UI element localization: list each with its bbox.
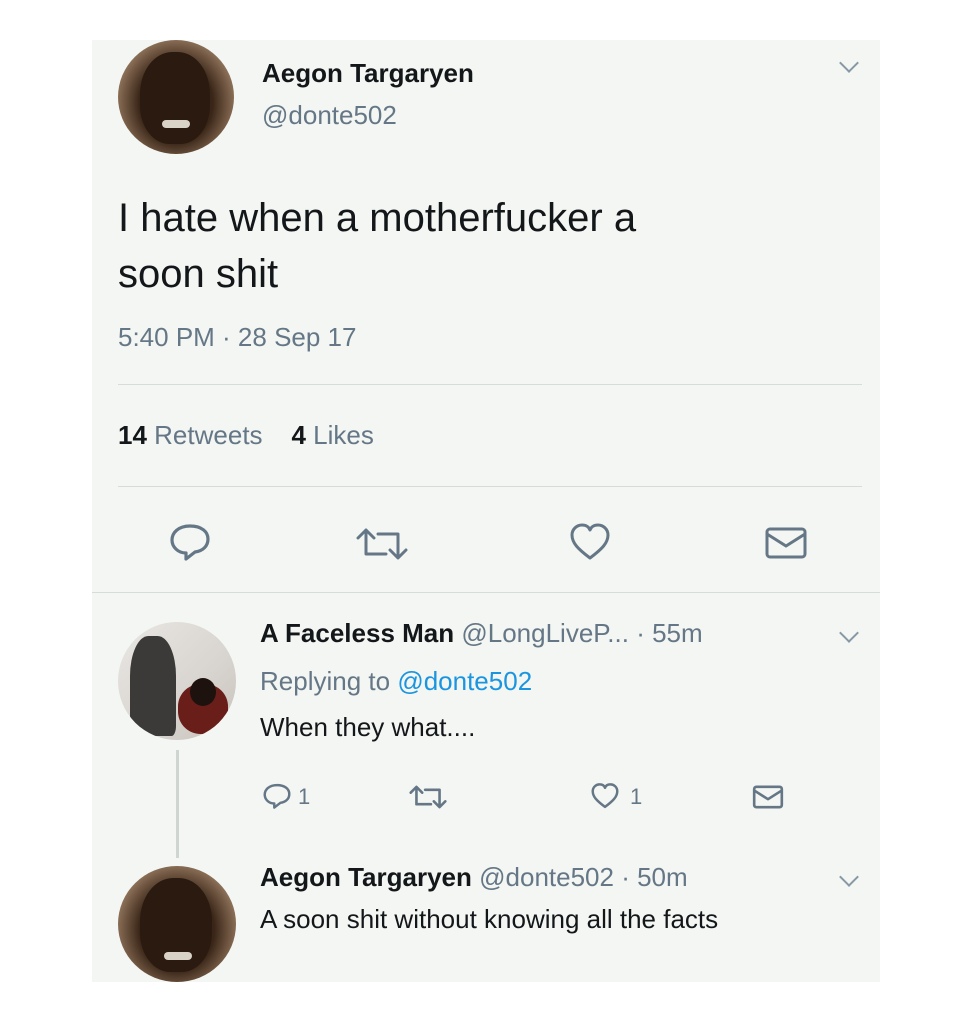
- handle[interactable]: @donte502: [262, 100, 397, 131]
- tweet-text: A soon shit without knowing all the fact…: [260, 904, 719, 934]
- reply-header: Aegon Targaryen @donte502 · 50m: [260, 862, 688, 893]
- likes-label[interactable]: Likes: [313, 420, 374, 450]
- divider: [118, 486, 862, 487]
- handle[interactable]: @LongLiveP...: [461, 618, 629, 648]
- timestamp[interactable]: 5:40 PM · 28 Sep 17: [118, 322, 356, 353]
- display-name[interactable]: Aegon Targaryen: [262, 58, 474, 89]
- replying-handle-link[interactable]: @donte502: [397, 666, 532, 696]
- replying-prefix: Replying to: [260, 666, 391, 696]
- tweet-text-line: soon shit: [118, 252, 279, 296]
- reply-icon[interactable]: [168, 522, 212, 562]
- tweet-time[interactable]: · 55m: [636, 618, 702, 648]
- retweet-icon[interactable]: [406, 784, 450, 810]
- divider: [118, 384, 862, 385]
- like-count: 1: [630, 784, 643, 809]
- share-icon[interactable]: [752, 784, 784, 810]
- tweet-text: When they what....: [260, 712, 476, 742]
- thread-line: [176, 750, 179, 858]
- retweets-count[interactable]: 14: [118, 420, 147, 450]
- likes-count[interactable]: 4: [291, 420, 305, 450]
- display-name[interactable]: Aegon Targaryen: [260, 862, 472, 892]
- retweets-label[interactable]: Retweets: [154, 420, 262, 450]
- reply-count: 1: [298, 784, 311, 809]
- replying-to: Replying to @donte502: [260, 666, 532, 697]
- handle[interactable]: @donte502: [479, 862, 614, 892]
- reply-header: A Faceless Man @LongLiveP... · 55m: [260, 618, 703, 649]
- display-name[interactable]: A Faceless Man: [260, 618, 454, 648]
- avatar[interactable]: [118, 866, 236, 982]
- reply-icon[interactable]: [262, 782, 292, 810]
- retweet-icon[interactable]: [352, 526, 412, 562]
- like-icon[interactable]: [590, 782, 620, 810]
- tweet-text: I hate when a motherfucker a soon shit: [118, 190, 798, 302]
- tweet-card: [92, 40, 880, 982]
- divider: [92, 592, 880, 593]
- tweet-stats: 14 Retweets 4 Likes: [118, 420, 374, 451]
- avatar[interactable]: [118, 622, 236, 740]
- share-icon[interactable]: [764, 526, 808, 560]
- tweet-time[interactable]: · 50m: [621, 862, 687, 892]
- avatar[interactable]: [118, 40, 234, 154]
- like-icon[interactable]: [568, 522, 612, 562]
- tweet-text-line: I hate when a motherfucker a: [118, 196, 637, 240]
